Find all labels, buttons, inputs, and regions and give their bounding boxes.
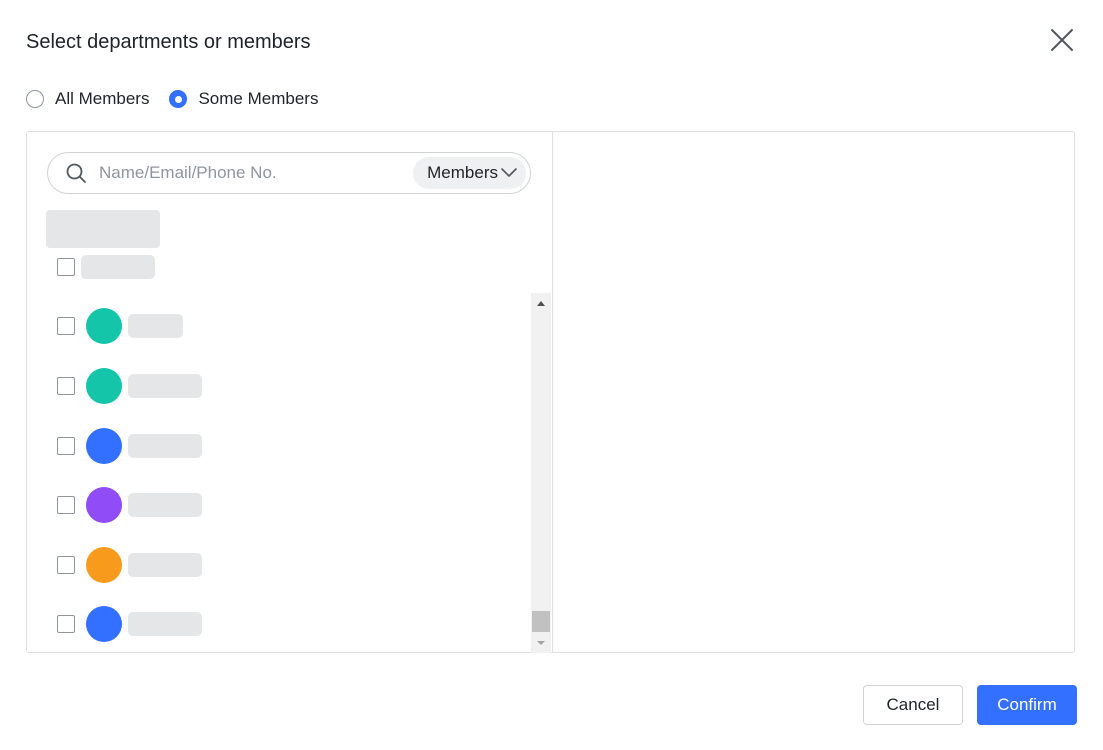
close-icon	[1051, 29, 1073, 51]
search-input[interactable]	[97, 162, 414, 184]
avatar	[86, 428, 122, 464]
list-item[interactable]	[57, 367, 202, 405]
member-name-placeholder	[128, 553, 202, 577]
member-name-placeholder	[128, 374, 202, 398]
arrow-up-icon	[537, 301, 545, 306]
select-members-dialog: Select departments or members All Member…	[0, 0, 1103, 750]
radio-all-members-label: All Members	[55, 89, 150, 108]
member-checkbox[interactable]	[57, 615, 75, 633]
chevron-down-icon	[501, 168, 517, 177]
selected-members-pane	[553, 132, 1074, 652]
member-type-dropdown-label: Members	[427, 163, 498, 182]
arrow-down-icon	[537, 641, 545, 645]
radio-all-members[interactable]: All Members	[26, 89, 149, 109]
selection-panel: Members	[26, 131, 1075, 653]
member-type-dropdown[interactable]: Members	[413, 157, 526, 189]
avatar	[86, 368, 122, 404]
select-all-checkbox[interactable]	[57, 258, 75, 276]
member-name-placeholder	[128, 493, 202, 517]
radio-some-members-circle[interactable]	[169, 90, 188, 108]
scroll-up-button[interactable]	[531, 293, 551, 313]
confirm-button[interactable]: Confirm	[977, 685, 1077, 725]
list-item[interactable]	[57, 427, 202, 465]
list-item[interactable]	[57, 307, 183, 345]
avatar	[86, 547, 122, 583]
close-button[interactable]	[1048, 26, 1076, 54]
search-icon	[66, 163, 86, 183]
list-item[interactable]	[57, 605, 202, 643]
member-name-placeholder	[128, 434, 202, 458]
member-name-placeholder	[128, 314, 183, 338]
avatar	[86, 606, 122, 642]
select-all-row[interactable]	[57, 248, 155, 286]
member-picker-pane: Members	[27, 132, 553, 653]
member-scope-radio-group: All Members Some Members	[26, 88, 338, 110]
scrollbar-thumb[interactable]	[532, 611, 550, 632]
avatar	[86, 308, 122, 344]
radio-some-members[interactable]: Some Members	[169, 89, 318, 109]
avatar	[86, 487, 122, 523]
list-item[interactable]	[57, 486, 202, 524]
member-checkbox[interactable]	[57, 556, 75, 574]
dialog-title: Select departments or members	[26, 31, 311, 53]
department-breadcrumb-placeholder	[46, 210, 160, 248]
search-box: Members	[47, 152, 531, 194]
member-checkbox[interactable]	[57, 496, 75, 514]
member-name-placeholder	[128, 612, 202, 636]
member-checkbox[interactable]	[57, 317, 75, 335]
scroll-down-button[interactable]	[531, 633, 551, 653]
select-all-label-placeholder	[81, 255, 155, 279]
member-list-scrollbar[interactable]	[531, 293, 551, 653]
member-checkbox[interactable]	[57, 437, 75, 455]
radio-some-members-label: Some Members	[198, 89, 319, 108]
radio-all-members-circle[interactable]	[26, 90, 44, 108]
cancel-button[interactable]: Cancel	[863, 685, 963, 725]
list-item[interactable]	[57, 546, 202, 584]
member-checkbox[interactable]	[57, 377, 75, 395]
